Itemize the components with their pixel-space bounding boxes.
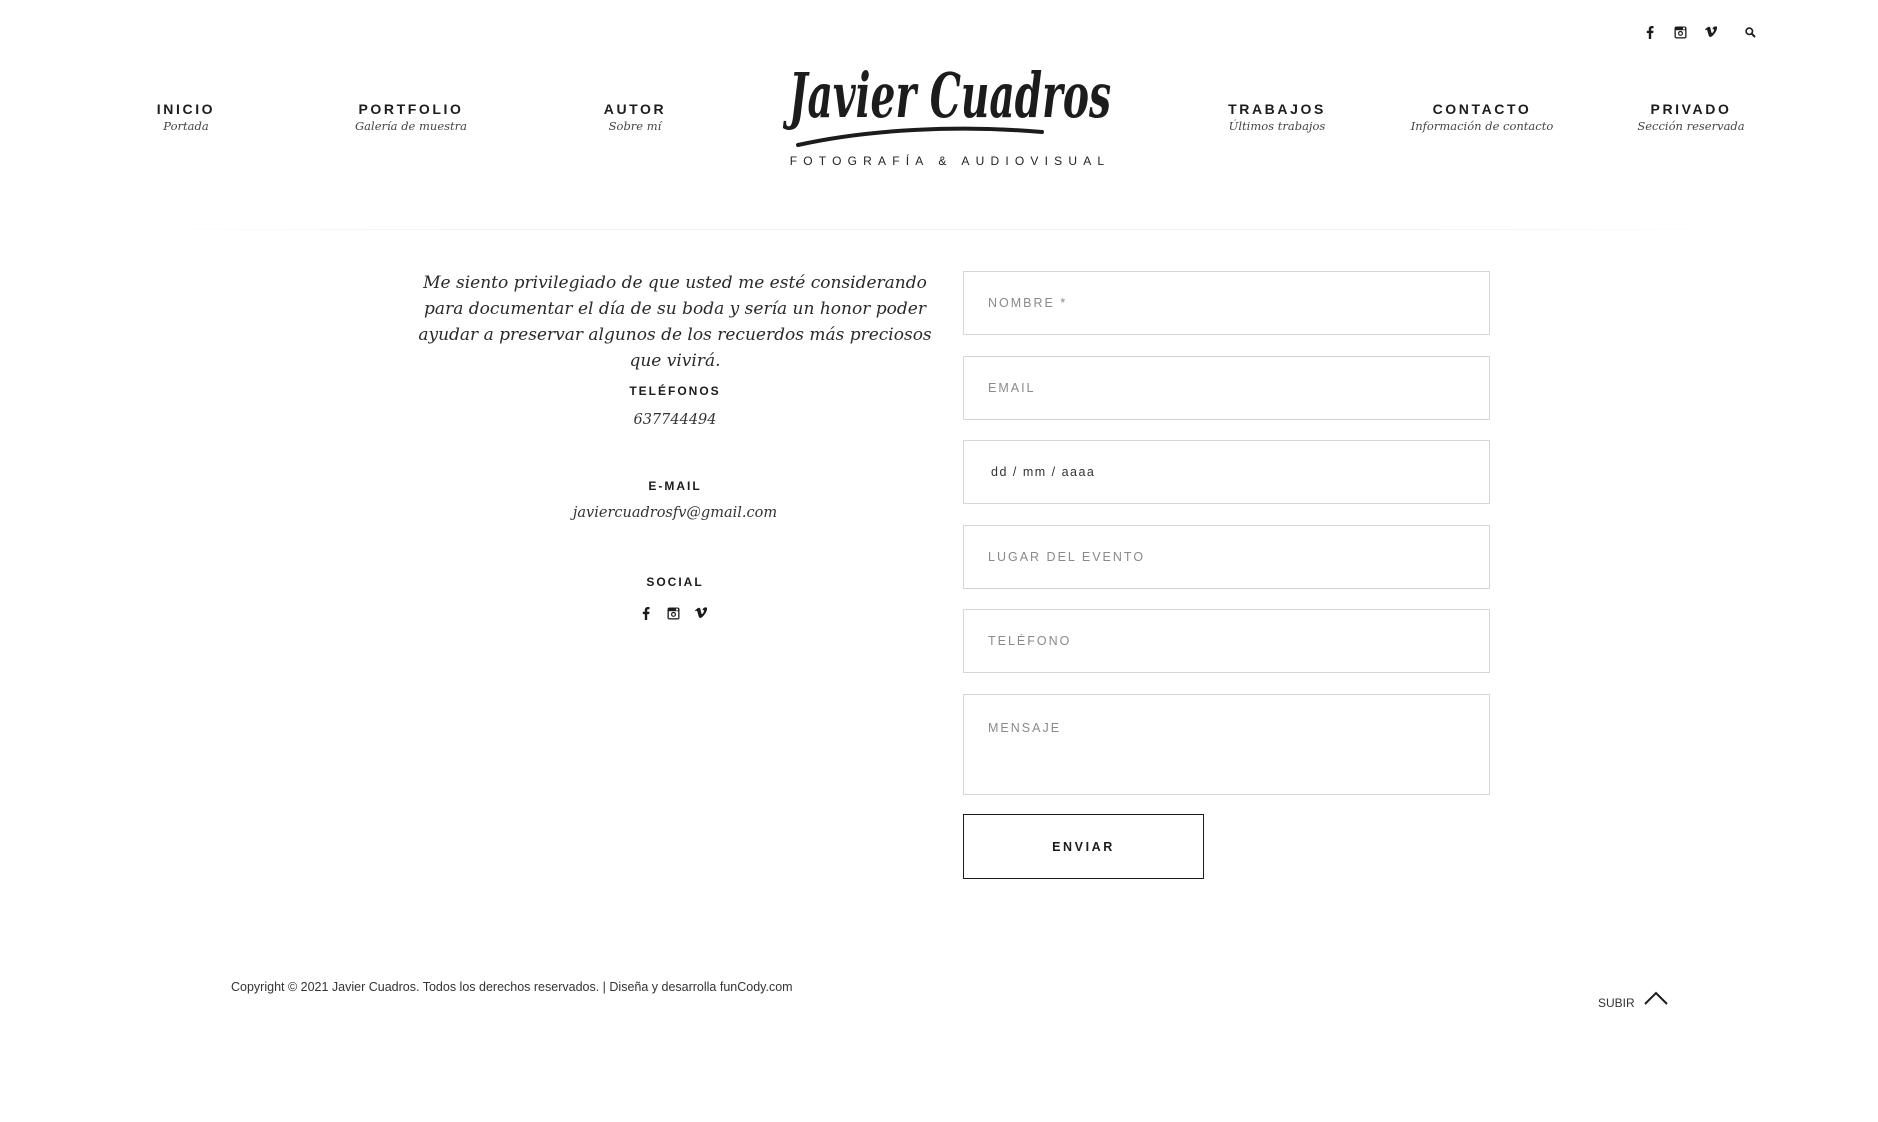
instagram-icon[interactable] (663, 604, 683, 622)
top-social-bar (1640, 22, 1760, 42)
phones-title: TELÉFONOS (629, 384, 721, 398)
chevron-up-icon (1643, 990, 1669, 1011)
nav-item-autor[interactable]: AUTOR Sobre mí (535, 100, 735, 134)
nav-item-trabajos[interactable]: TRABAJOS Últimos trabajos (1177, 100, 1377, 134)
facebook-icon[interactable] (636, 604, 656, 622)
vimeo-icon[interactable] (1700, 22, 1720, 42)
nav-label: AUTOR (603, 101, 667, 117)
search-icon[interactable] (1740, 22, 1760, 42)
nav-item-inicio[interactable]: INICIO Portada (86, 100, 286, 134)
date-placeholder: dd / mm / aaaa (991, 465, 1096, 479)
nav-sublabel: Sobre mí (608, 119, 662, 133)
nav-label: CONTACTO (1432, 101, 1532, 117)
email-value[interactable]: javiercuadrosfv@gmail.com (525, 505, 825, 521)
nav-sublabel: Información de contacto (1410, 119, 1554, 133)
nav-sublabel: Últimos trabajos (1228, 119, 1326, 133)
name-field[interactable] (963, 271, 1490, 335)
nav-sublabel: Portada (163, 119, 209, 133)
header-divider (130, 229, 1750, 230)
nav-item-contacto[interactable]: CONTACTO Información de contacto (1382, 100, 1582, 134)
nav-label: TRABAJOS (1228, 101, 1326, 117)
back-to-top-button[interactable]: SUBIR (1598, 988, 1669, 1012)
logo-script: Javier Cuadros (783, 59, 1111, 147)
nav-label: PRIVADO (1650, 101, 1732, 117)
phone-field[interactable] (963, 609, 1490, 673)
logo-wordmark: Javier Cuadros (783, 59, 1111, 132)
message-field[interactable] (963, 694, 1490, 795)
social-title: SOCIAL (646, 575, 704, 589)
nav-sublabel: Galería de muestra (354, 119, 468, 133)
nav-label: PORTFOLIO (358, 101, 464, 117)
copyright-text: Copyright © 2021 Javier Cuadros. Todos l… (231, 980, 793, 994)
facebook-icon[interactable] (1640, 22, 1660, 42)
site-logo[interactable]: Javier Cuadros FOTOGRAFÍA & AUDIOVISUAL (780, 55, 1120, 175)
back-to-top-label: SUBIR (1598, 996, 1635, 1010)
social-links (636, 604, 716, 622)
email-field[interactable] (963, 356, 1490, 420)
intro-text: Me siento privilegiado de que usted me e… (418, 273, 932, 371)
nav-sublabel: Sección reservada (1637, 119, 1745, 133)
date-field[interactable]: dd / mm / aaaa (963, 440, 1490, 504)
nav-item-portfolio[interactable]: PORTFOLIO Galería de muestra (311, 100, 511, 134)
nav-label: INICIO (156, 101, 216, 117)
email-title: E-MAIL (648, 479, 702, 493)
instagram-icon[interactable] (1670, 22, 1690, 42)
vimeo-icon[interactable] (690, 604, 710, 622)
nav-item-privado[interactable]: PRIVADO Sección reservada (1591, 100, 1791, 134)
phone-value[interactable]: 637744494 (525, 412, 825, 428)
logo-tagline: FOTOGRAFÍA & AUDIOVISUAL (789, 154, 1111, 168)
event-place-field[interactable] (963, 525, 1490, 589)
submit-button[interactable]: ENVIAR (963, 814, 1204, 879)
